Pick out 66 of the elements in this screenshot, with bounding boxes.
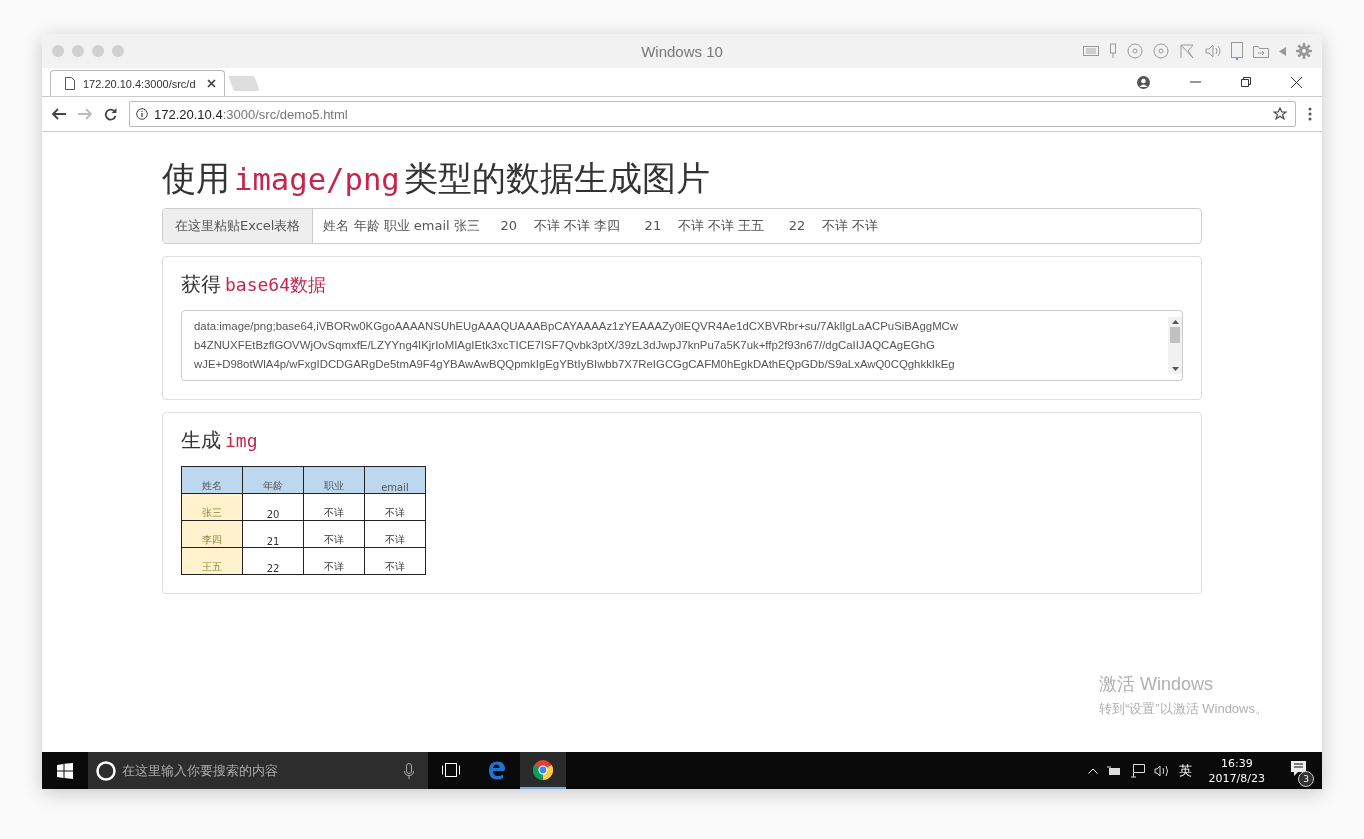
info-icon (136, 108, 148, 120)
scrollbar[interactable] (1168, 317, 1182, 374)
shared-folder-icon[interactable] (1253, 44, 1269, 58)
table-cell: 不详 (303, 547, 365, 575)
settings-icon[interactable] (1296, 43, 1312, 59)
panel-heading: 生成 img (181, 427, 259, 454)
window-title: Windows 10 (641, 42, 723, 60)
activation-hint: 转到“设置”以激活 Windows。 (1099, 700, 1268, 718)
table-header: 年龄 (242, 466, 304, 494)
panel-heading: 获得 base64数据 (181, 271, 328, 298)
window-control-dot[interactable] (72, 45, 84, 57)
notification-count-badge: 3 (1298, 770, 1314, 787)
table-cell: 22 (242, 547, 304, 575)
clock[interactable]: 16:39 2017/8/23 (1208, 755, 1265, 786)
table-header: 职业 (303, 466, 365, 494)
e-logo-icon (487, 759, 507, 780)
scroll-up-icon[interactable] (1171, 320, 1179, 324)
table-header: 姓名 (181, 466, 243, 494)
table-cell: 李四 (181, 520, 243, 548)
clock-date: 2017/8/23 (1208, 770, 1265, 786)
close-icon[interactable] (207, 79, 216, 88)
browser-tab[interactable]: 172.20.10.4:3000/src/d (50, 70, 225, 96)
battery-icon[interactable] (1106, 765, 1121, 776)
circle-icon (96, 760, 116, 781)
table-header: email (364, 466, 426, 494)
base64-textarea[interactable]: data:image/png;base64,iVBORw0KGgoAAAANSUhEUgAAAQUAAABpCAYAAAAz1zYEAAAZy0lEQVR4Ae1dCXBVRbr+su/7AklIgLaACPuSiBAggMCw b4ZNUXFEtBzflGOVWjOvSqmxfE/LZYYng4IKjrIoMIAgIEtk3xcTICE7ISF7Qvbk3ptX/39zL3dJwpJ7knPu7a5K7uk+ffp2f93n67//dgCaIIJAQCAgEGhG wJE+D98otWlA4p/wFxgIDCDGARgDe5tmA9F4gYBAwAwBQQpmkIgEgYBtIyBIwbb7X7ReIGCGgCAFM0hEgkDAthEQpGDb/S9aLxAwQ0CQghkkIkEg (181, 310, 1183, 381)
window-control-dot[interactable] (52, 45, 64, 57)
reload-icon[interactable] (104, 107, 117, 121)
taskbar-app[interactable] (520, 752, 566, 789)
profile-icon[interactable] (1137, 75, 1150, 89)
triangle-icon[interactable] (1279, 46, 1286, 56)
restore-icon[interactable] (1241, 77, 1251, 87)
table-cell: 20 (242, 493, 304, 521)
usb-icon[interactable] (1109, 43, 1117, 59)
table-cell: 王五 (181, 547, 243, 575)
table-cell: 不详 (364, 493, 426, 521)
table-cell: 张三 (181, 493, 243, 521)
table-cell: 不详 (303, 493, 365, 521)
window-control-dot[interactable] (92, 45, 104, 57)
paste-field[interactable]: 在这里粘贴Excel表格 姓名 年龄 职业 email 张三 20 不详 不详 李四 21 不详 不详 王五 22 不详 不详 (162, 208, 1202, 244)
paste-label: 在这里粘贴Excel表格 (163, 209, 314, 243)
taskbar-search-field[interactable]: 在这里输入你要搜索的内容 (88, 752, 428, 789)
microphone-icon[interactable] (404, 762, 414, 779)
clock-time: 16:39 (1220, 755, 1253, 771)
window-control-dot[interactable] (112, 45, 124, 57)
input-method-indicator[interactable]: 英 (1178, 761, 1192, 780)
speaker-icon[interactable] (1153, 764, 1170, 777)
close-icon[interactable] (1291, 76, 1302, 88)
menu-icon[interactable] (1308, 107, 1312, 121)
address-bar[interactable]: 172.20.10.4:3000/src/demo5.html (129, 101, 1296, 127)
round-logo-icon (533, 759, 553, 780)
star-icon[interactable] (1273, 107, 1287, 121)
windows-logo-icon (57, 762, 73, 779)
table-cell: 21 (242, 520, 304, 548)
page-icon (65, 77, 75, 90)
table-cell: 不详 (364, 547, 426, 575)
task-view-icon (441, 762, 461, 777)
chevron-up-icon[interactable] (1087, 767, 1098, 774)
back-icon[interactable] (52, 108, 66, 120)
table-cell: 不详 (303, 520, 365, 548)
page-heading: 使用 image/png 类型的数据生成图片 (162, 157, 711, 200)
activation-title: 激活 Windows (1099, 673, 1214, 696)
drive-icon[interactable] (1231, 42, 1243, 60)
table-cell: 不详 (364, 520, 426, 548)
keyboard-icon[interactable] (1083, 46, 1099, 56)
scroll-down-icon[interactable] (1171, 367, 1179, 371)
